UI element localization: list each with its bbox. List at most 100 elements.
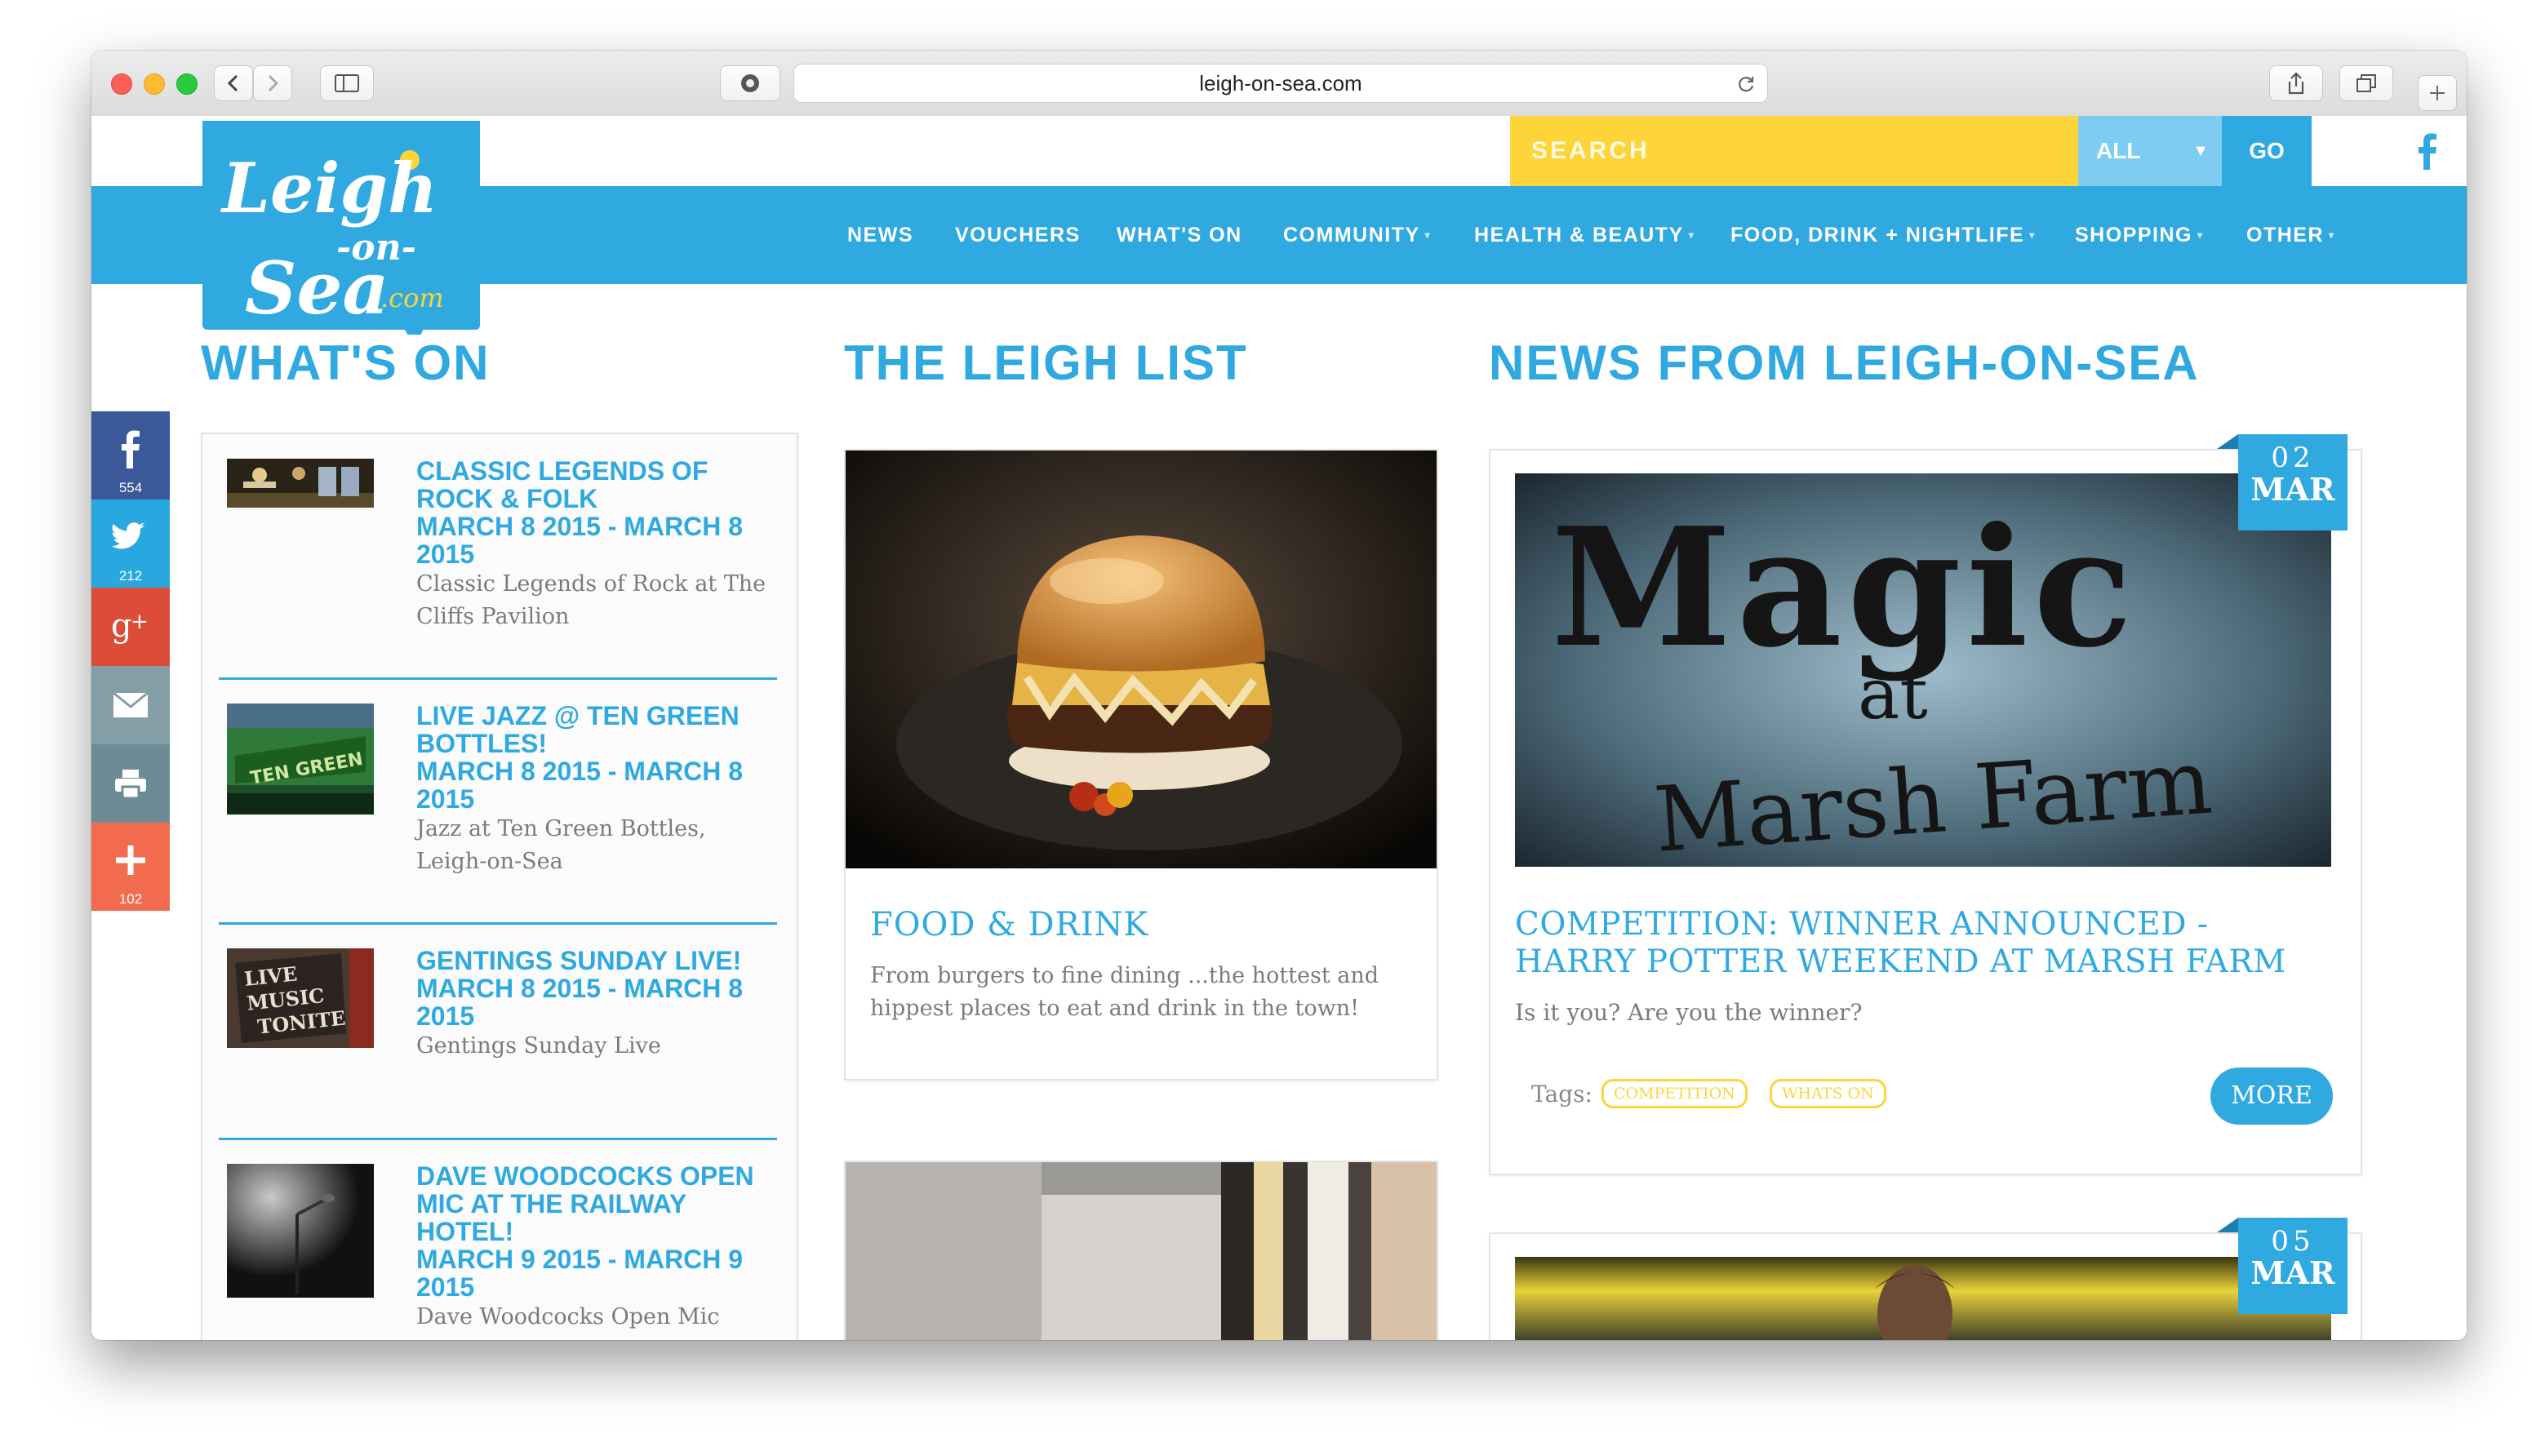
date-badge: 05 MAR: [2238, 1218, 2348, 1314]
plus-icon: [116, 846, 145, 875]
nav-shopping-label: SHOPPING: [2075, 223, 2192, 246]
reload-icon[interactable]: [1736, 74, 1756, 94]
event-item[interactable]: DAVE WOODCOCKS OPEN MIC AT THE RAILWAY H…: [219, 1139, 777, 1340]
share-button[interactable]: [2269, 65, 2323, 101]
mail-icon: [113, 692, 149, 717]
share-google-plus-button[interactable]: g +: [91, 588, 170, 666]
nav-food-drink-label: FOOD, DRINK + NIGHTLIFE: [1730, 223, 2025, 246]
date-month: MAR: [2250, 1254, 2335, 1291]
event-description: Dave Woodcocks Open Mic: [416, 1304, 720, 1329]
shopping-image[interactable]: [846, 1162, 1437, 1340]
sidebar-icon: [335, 74, 359, 92]
tag-whats-on[interactable]: WHATS ON: [1770, 1079, 1886, 1108]
nav-shopping[interactable]: SHOPPING ▾: [2075, 186, 2204, 284]
leigh-list-card-description: From burgers to fine dining ...the hotte…: [870, 963, 1379, 1021]
news-article-card[interactable]: Magic at Marsh Farm COMPETITION: WINNER …: [1489, 449, 2362, 1175]
event-title[interactable]: GENTINGS SUNDAY LIVE! MARCH 8 2015 - MAR…: [416, 947, 775, 1030]
forward-button[interactable]: [253, 65, 292, 101]
svg-text:Magic: Magic: [1551, 492, 2138, 684]
caret-down-icon: ▼: [2192, 142, 2209, 160]
search-go-button[interactable]: GO: [2222, 116, 2312, 186]
share-print-button[interactable]: [91, 744, 170, 823]
tabs-icon: [2357, 74, 2376, 92]
svg-text:at: at: [1858, 654, 1928, 735]
event-thumbnail[interactable]: LIVEMUSICTONITE: [227, 948, 374, 1048]
svg-text:Sea: Sea: [245, 246, 389, 331]
chevron-down-icon: ▾: [1688, 229, 1695, 241]
printer-icon: [115, 770, 146, 800]
share-twitter-button[interactable]: 212: [91, 499, 170, 588]
tab-overview-button[interactable]: [2339, 65, 2393, 101]
nav-whats-on[interactable]: WHAT'S ON: [1117, 186, 1242, 284]
badge-fold: [2217, 1218, 2238, 1232]
more-button[interactable]: MORE: [2210, 1068, 2333, 1125]
event-title[interactable]: LIVE JAZZ @ TEN GREEN BOTTLES! MARCH 8 2…: [416, 702, 775, 813]
facebook-icon: [122, 430, 140, 468]
facebook-icon[interactable]: [2403, 127, 2452, 176]
nav-vouchers[interactable]: VOUCHERS: [955, 186, 1081, 284]
chevron-down-icon: ▾: [2029, 229, 2036, 241]
search-input[interactable]: SEARCH: [1510, 116, 2078, 186]
chevron-down-icon: ▾: [2197, 229, 2204, 241]
nav-news[interactable]: NEWS: [847, 186, 913, 284]
site-logo[interactable]: Leigh -on- Sea .com: [202, 121, 480, 335]
event-dates: MARCH 8 2015 - MARCH 8 2015: [416, 757, 744, 814]
tag-competition[interactable]: COMPETITION: [1601, 1079, 1748, 1108]
privacy-report-button[interactable]: [720, 65, 780, 101]
new-tab-button[interactable]: [2418, 75, 2457, 111]
leigh-list-card[interactable]: [844, 1161, 1438, 1340]
svg-text:g: g: [111, 609, 132, 645]
nav-health-beauty[interactable]: HEALTH & BEAUTY ▾: [1474, 186, 1695, 284]
news-article-description: Is it you? Are you the winner?: [1515, 999, 1863, 1026]
svg-text:+: +: [131, 610, 149, 634]
nav-other-label: OTHER: [2246, 223, 2324, 246]
event-description: Jazz at Ten Green Bottles, Leigh-on-Sea: [416, 816, 706, 874]
event-thumbnail[interactable]: [227, 459, 374, 508]
svg-text:Leigh: Leigh: [220, 148, 438, 229]
event-item[interactable]: CLASSIC LEGENDS OF ROCK & FOLK MARCH 8 2…: [219, 434, 777, 679]
event-item[interactable]: TEN GREEN LIVE JAZZ @ TEN GREEN BOTTLES!…: [219, 679, 777, 924]
event-title-text: CLASSIC LEGENDS OF ROCK & FOLK: [416, 456, 709, 513]
event-thumbnail[interactable]: TEN GREEN: [227, 704, 374, 815]
event-description: Classic Legends of Rock at The Cliffs Pa…: [416, 571, 766, 629]
whats-on-card: CLASSIC LEGENDS OF ROCK & FOLK MARCH 8 2…: [201, 433, 798, 1340]
leigh-list-card[interactable]: FOOD & DRINK From burgers to fine dining…: [844, 449, 1438, 1081]
event-title[interactable]: CLASSIC LEGENDS OF ROCK & FOLK MARCH 8 2…: [416, 457, 775, 568]
shield-icon: [741, 74, 759, 92]
event-title[interactable]: DAVE WOODCOCKS OPEN MIC AT THE RAILWAY H…: [416, 1162, 775, 1301]
sidebar-toggle-button[interactable]: [320, 65, 374, 101]
browser-window: leigh-on-sea.com SEARCH ALL ▼ GO NEWS VO…: [91, 51, 2467, 1340]
leigh-list-card-title[interactable]: FOOD & DRINK: [870, 906, 1148, 943]
nav-other[interactable]: OTHER ▾: [2246, 186, 2335, 284]
news-article-image[interactable]: [1515, 1257, 2331, 1340]
svg-text:.com: .com: [380, 282, 444, 313]
badge-fold: [2217, 434, 2238, 449]
event-item[interactable]: LIVEMUSICTONITE GENTINGS SUNDAY LIVE! MA…: [219, 924, 777, 1169]
event-thumbnail[interactable]: [227, 1164, 374, 1298]
address-bar[interactable]: leigh-on-sea.com: [793, 64, 1768, 103]
nav-community[interactable]: COMMUNITY ▾: [1283, 186, 1431, 284]
minimize-window-button[interactable]: [144, 73, 165, 95]
date-month: MAR: [2250, 471, 2335, 508]
date-badge: 02 MAR: [2238, 434, 2348, 530]
search-filter-select[interactable]: ALL ▼: [2078, 116, 2222, 186]
food-drink-image[interactable]: [846, 451, 1437, 868]
news-article-card[interactable]: [1489, 1232, 2362, 1340]
back-button[interactable]: [214, 65, 253, 101]
share-facebook-button[interactable]: 554: [91, 411, 170, 499]
nav-food-drink-nightlife[interactable]: FOOD, DRINK + NIGHTLIFE ▾: [1730, 186, 2036, 284]
news-article-title[interactable]: COMPETITION: WINNER ANNOUNCED - HARRY PO…: [1515, 906, 2339, 981]
more-share-count: 102: [118, 891, 143, 907]
magic-at-marsh-farm-image[interactable]: Magic at Marsh Farm: [1515, 473, 2331, 867]
facebook-share-count: 554: [118, 480, 143, 495]
nav-community-label: COMMUNITY: [1283, 223, 1420, 246]
url-text: leigh-on-sea.com: [1199, 70, 1362, 95]
event-dates: MARCH 9 2015 - MARCH 9 2015: [416, 1245, 744, 1302]
news-heading: NEWS FROM LEIGH-ON-SEA: [1489, 335, 2200, 390]
close-window-button[interactable]: [111, 73, 132, 95]
share-more-button[interactable]: 102: [91, 823, 170, 911]
share-email-button[interactable]: [91, 666, 170, 744]
twitter-share-count: 212: [118, 568, 143, 584]
zoom-window-button[interactable]: [176, 73, 198, 95]
twitter-icon: [112, 522, 145, 549]
